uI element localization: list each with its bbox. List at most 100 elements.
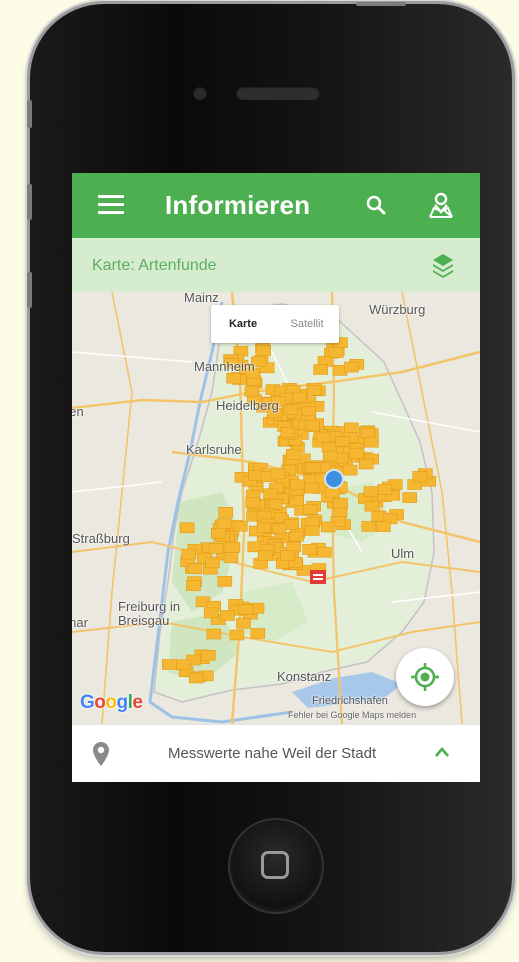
species-marker[interactable] <box>268 499 283 510</box>
species-marker[interactable] <box>186 580 201 591</box>
species-marker[interactable] <box>323 450 338 462</box>
species-marker[interactable] <box>306 385 322 396</box>
species-marker[interactable] <box>363 486 379 497</box>
species-marker[interactable] <box>302 544 317 555</box>
species-marker[interactable] <box>189 672 204 684</box>
species-marker[interactable] <box>271 523 287 535</box>
species-marker[interactable] <box>205 557 220 569</box>
nearby-measurements-label: Messwerte nahe Weil der Stadt <box>168 745 377 762</box>
map-layer-label: Karte: Artenfunde <box>92 257 217 274</box>
species-marker[interactable] <box>343 361 359 373</box>
species-marker[interactable] <box>176 659 191 671</box>
species-marker[interactable] <box>248 470 263 481</box>
city-label-konstanz: Konstanz <box>277 669 332 684</box>
page-title: Informieren <box>165 190 311 220</box>
species-marker[interactable] <box>263 488 278 500</box>
city-label-freiburg: Freiburg in Breisgau <box>118 599 181 628</box>
nearby-measurements-bar[interactable]: Messwerte nahe Weil der Stadt <box>72 724 480 782</box>
species-marker[interactable] <box>270 468 286 480</box>
species-marker[interactable] <box>360 427 376 439</box>
species-marker[interactable] <box>223 552 239 563</box>
species-marker[interactable] <box>334 436 350 447</box>
species-marker[interactable] <box>218 507 233 518</box>
species-marker[interactable] <box>245 497 260 508</box>
species-marker[interactable] <box>342 464 358 476</box>
home-square-icon <box>261 851 289 879</box>
species-marker[interactable] <box>349 447 365 459</box>
volume-up-button <box>27 184 32 220</box>
city-label-wuerzburg: Würzburg <box>369 302 426 317</box>
species-marker[interactable] <box>225 542 241 553</box>
species-marker[interactable] <box>343 422 359 434</box>
species-marker[interactable] <box>313 364 328 375</box>
species-marker[interactable] <box>305 420 320 431</box>
species-marker[interactable] <box>206 628 222 640</box>
species-marker[interactable] <box>364 436 379 448</box>
species-marker[interactable] <box>216 518 232 529</box>
species-marker[interactable] <box>317 546 332 558</box>
menu-icon[interactable] <box>98 195 124 215</box>
current-location-dot <box>324 469 344 489</box>
front-camera <box>193 86 207 100</box>
chevron-up-icon[interactable] <box>434 745 450 759</box>
species-marker[interactable] <box>233 520 248 532</box>
species-marker[interactable] <box>203 607 219 619</box>
species-marker[interactable] <box>285 449 301 460</box>
species-map[interactable]: Karte Satellit Mainz Würzburg Mannheim H… <box>72 292 480 724</box>
species-marker[interactable] <box>238 604 253 615</box>
species-marker[interactable] <box>257 550 273 561</box>
species-marker[interactable] <box>333 497 348 509</box>
species-marker[interactable] <box>187 563 203 575</box>
map-type-karte[interactable]: Karte <box>211 305 275 343</box>
species-marker[interactable] <box>201 649 216 661</box>
species-marker[interactable] <box>289 530 304 542</box>
species-marker[interactable] <box>280 427 295 438</box>
species-marker[interactable] <box>303 504 318 515</box>
home-button[interactable] <box>230 820 322 912</box>
map-type-toggle: Karte Satellit <box>211 305 339 343</box>
species-marker[interactable] <box>304 525 320 536</box>
species-marker[interactable] <box>179 522 195 534</box>
my-location-button[interactable] <box>396 648 454 706</box>
species-marker[interactable] <box>376 521 391 532</box>
species-marker[interactable] <box>377 484 393 495</box>
map-type-satellit[interactable]: Satellit <box>275 305 339 343</box>
google-logo: Google <box>80 692 143 713</box>
species-marker[interactable] <box>229 629 245 641</box>
species-marker[interactable] <box>306 462 321 473</box>
selected-marker[interactable] <box>310 570 326 584</box>
species-marker[interactable] <box>250 628 266 639</box>
species-marker[interactable] <box>402 492 418 503</box>
species-marker[interactable] <box>328 347 344 358</box>
species-marker[interactable] <box>244 385 260 397</box>
species-marker[interactable] <box>181 548 197 560</box>
species-marker[interactable] <box>211 528 226 539</box>
map-error-report-link[interactable]: Fehler bei Google Maps melden <box>288 710 416 720</box>
species-marker[interactable] <box>301 406 316 417</box>
city-label-colmar: Colmar <box>72 615 88 630</box>
species-marker[interactable] <box>361 521 377 532</box>
account-map-icon[interactable] <box>427 191 455 219</box>
species-marker[interactable] <box>247 541 263 553</box>
city-label-mainz: Mainz <box>184 292 219 305</box>
species-marker[interactable] <box>412 471 428 482</box>
species-marker[interactable] <box>256 345 271 356</box>
layers-icon[interactable] <box>431 252 455 278</box>
species-marker[interactable] <box>162 659 177 670</box>
species-marker[interactable] <box>320 521 336 533</box>
species-marker[interactable] <box>220 610 235 621</box>
species-marker[interactable] <box>280 550 295 561</box>
species-marker[interactable] <box>289 479 305 491</box>
species-marker[interactable] <box>321 442 337 453</box>
species-marker[interactable] <box>292 391 307 403</box>
species-marker[interactable] <box>208 543 224 554</box>
species-marker[interactable] <box>315 431 331 443</box>
species-marker[interactable] <box>226 372 241 384</box>
species-marker[interactable] <box>304 482 319 494</box>
search-icon[interactable] <box>364 193 388 217</box>
species-marker[interactable] <box>236 617 251 629</box>
species-marker[interactable] <box>217 576 233 587</box>
species-marker[interactable] <box>364 500 380 512</box>
species-marker[interactable] <box>256 522 272 534</box>
species-marker[interactable] <box>358 458 374 470</box>
